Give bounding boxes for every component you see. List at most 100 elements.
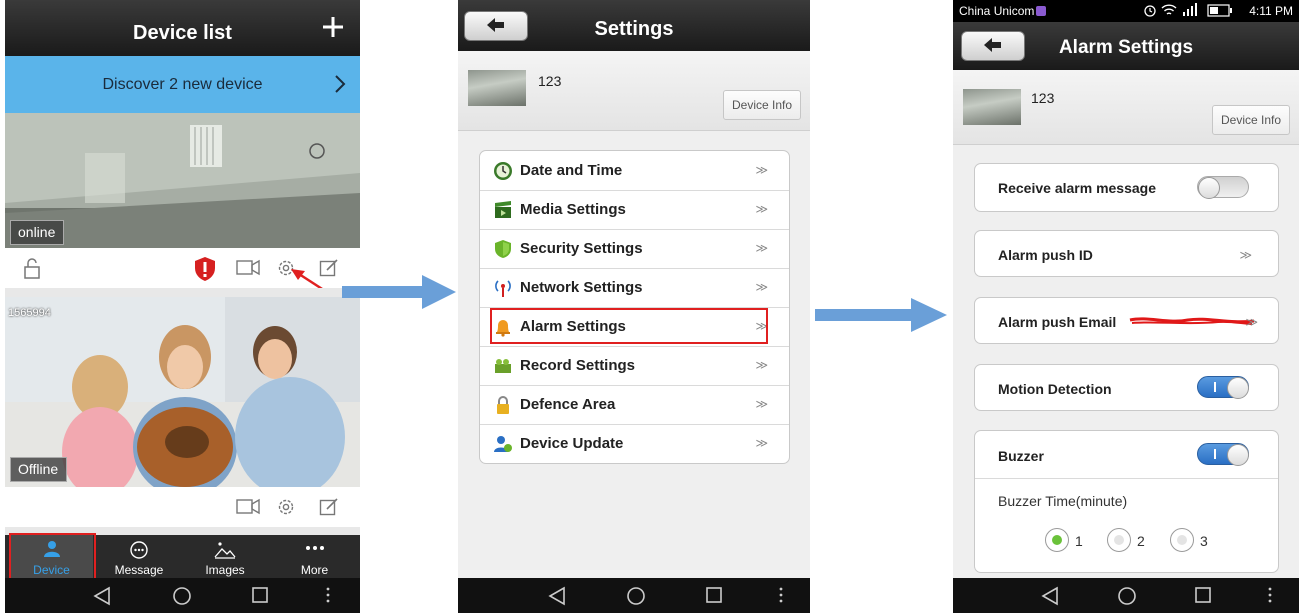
tab-message[interactable]: Message <box>97 535 181 579</box>
recents-nav-icon[interactable] <box>1194 586 1212 604</box>
alarm-push-id-row[interactable]: Alarm push ID ≫ <box>974 230 1279 277</box>
camera-feed-1[interactable]: online <box>5 113 360 248</box>
tab-images[interactable]: Images <box>183 535 267 579</box>
back-nav-icon[interactable] <box>1041 586 1059 606</box>
chat-bubble-icon <box>130 541 148 559</box>
redacted-email-mark <box>1129 317 1255 325</box>
clock-label: 4:11 PM <box>1249 4 1293 18</box>
motion-detection-toggle[interactable] <box>1197 376 1249 399</box>
chevron-icon: ≫ <box>755 436 768 450</box>
menu-item-device-update[interactable]: Device Update ≫ <box>480 424 789 463</box>
lock-icon <box>497 396 509 414</box>
back-nav-icon[interactable] <box>548 586 566 606</box>
receive-alarm-row: Receive alarm message <box>974 163 1279 212</box>
menu-label: Security Settings <box>520 240 643 257</box>
menu-label: Defence Area <box>520 396 616 413</box>
discover-new-device-banner[interactable]: Discover 2 new device <box>5 56 360 113</box>
menu-item-security-settings[interactable]: Security Settings ≫ <box>480 229 789 269</box>
back-nav-icon[interactable] <box>93 586 111 606</box>
buzzer-toggle[interactable] <box>1197 443 1249 466</box>
device-divider <box>5 288 360 297</box>
shield-icon <box>495 240 511 258</box>
video-camera-icon[interactable] <box>236 497 260 515</box>
alarm-push-email-row[interactable]: Alarm push Email ≫ <box>974 297 1279 344</box>
home-nav-icon[interactable] <box>1117 586 1137 606</box>
status-badge: Offline <box>10 457 68 482</box>
device-id-label: 1565994 <box>8 307 51 319</box>
receive-alarm-toggle[interactable] <box>1197 176 1249 199</box>
buzzer-section: Buzzer Buzzer Time(minute) 1 2 3 <box>974 430 1279 573</box>
toggle-mark <box>1214 382 1216 392</box>
toggle-mark <box>1214 449 1216 459</box>
row-label: Alarm push ID <box>998 247 1093 263</box>
page-title: Alarm Settings <box>1058 37 1194 58</box>
image-icon <box>214 542 236 559</box>
toggle-knob <box>1227 377 1249 399</box>
android-nav-bar <box>458 578 810 613</box>
battery-icon <box>1207 4 1232 17</box>
row-label: Motion Detection <box>998 381 1112 397</box>
alert-shield-icon[interactable] <box>193 256 217 282</box>
chevron-icon: ≫ <box>1245 315 1258 329</box>
overflow-nav-icon[interactable] <box>778 586 784 604</box>
wifi-icon <box>1161 4 1177 15</box>
tab-label: Message <box>114 563 164 577</box>
device-info-button[interactable]: Device Info <box>723 90 801 120</box>
highlight-box <box>490 308 768 344</box>
carrier-label: China Unicom <box>959 4 1035 18</box>
settings-screen: Settings 123 Device Info Date and Time ≫… <box>458 0 810 613</box>
buzzer-time-radio-2[interactable] <box>1107 528 1131 552</box>
camera-feed-2[interactable]: 1565994 Offline <box>5 297 360 487</box>
device-list-header: Device list <box>5 0 360 56</box>
chevron-right-icon <box>335 75 346 93</box>
home-nav-icon[interactable] <box>626 586 646 606</box>
overflow-nav-icon[interactable] <box>325 586 331 604</box>
device-thumbnail <box>963 89 1021 125</box>
menu-label: Media Settings <box>520 201 626 218</box>
home-nav-icon[interactable] <box>172 586 192 606</box>
overflow-nav-icon[interactable] <box>1267 586 1273 604</box>
menu-item-network-settings[interactable]: Network Settings ≫ <box>480 268 789 308</box>
buzzer-time-radio-3[interactable] <box>1170 528 1194 552</box>
add-device-icon[interactable] <box>320 14 346 40</box>
media-icon <box>495 201 511 218</box>
device-header: 123 Device Info <box>953 70 1299 145</box>
menu-item-media-settings[interactable]: Media Settings ≫ <box>480 190 789 230</box>
unlock-icon[interactable] <box>23 258 41 280</box>
buzzer-time-radio-1[interactable] <box>1045 528 1069 552</box>
tab-label: More <box>300 563 329 577</box>
edit-icon[interactable] <box>319 497 339 517</box>
device-list-screen: Device list Discover 2 new device online <box>5 0 360 613</box>
menu-item-record-settings[interactable]: Record Settings ≫ <box>480 346 789 386</box>
device-info-button[interactable]: Device Info <box>1212 105 1290 135</box>
device-thumbnail <box>468 70 526 106</box>
tab-more[interactable]: More <box>269 535 360 579</box>
settings-menu: Date and Time ≫ Media Settings ≫ Securit… <box>479 150 790 464</box>
menu-label: Record Settings <box>520 357 636 374</box>
toggle-knob <box>1198 177 1220 199</box>
chevron-icon: ≫ <box>755 241 768 255</box>
video-camera-icon[interactable] <box>236 258 260 276</box>
status-badge: online <box>10 220 65 245</box>
menu-label: Device Update <box>520 435 624 452</box>
recents-nav-icon[interactable] <box>705 586 723 604</box>
section-divider <box>975 478 1278 479</box>
menu-item-date-and-time[interactable]: Date and Time ≫ <box>480 151 789 191</box>
device-name: 123 <box>1031 90 1055 106</box>
radio-dot <box>1114 535 1124 545</box>
app-notification-icon <box>1036 6 1046 16</box>
radio-label: 2 <box>1137 533 1145 549</box>
more-icon <box>305 546 324 550</box>
row-label: Receive alarm message <box>998 180 1156 196</box>
alarm-settings-screen: China Unicom 4:11 PM Alarm Settings 123 … <box>953 0 1299 613</box>
page-title: Settings <box>594 18 674 40</box>
radio-dot <box>1177 535 1187 545</box>
page-title: Device list <box>133 22 232 44</box>
chevron-icon: ≫ <box>755 163 768 177</box>
recents-nav-icon[interactable] <box>251 586 269 604</box>
radio-label: 3 <box>1200 533 1208 549</box>
device-2-controls <box>5 487 360 527</box>
menu-item-defence-area[interactable]: Defence Area ≫ <box>480 385 789 425</box>
chevron-icon: ≫ <box>1239 248 1252 262</box>
gear-icon[interactable] <box>276 497 296 517</box>
